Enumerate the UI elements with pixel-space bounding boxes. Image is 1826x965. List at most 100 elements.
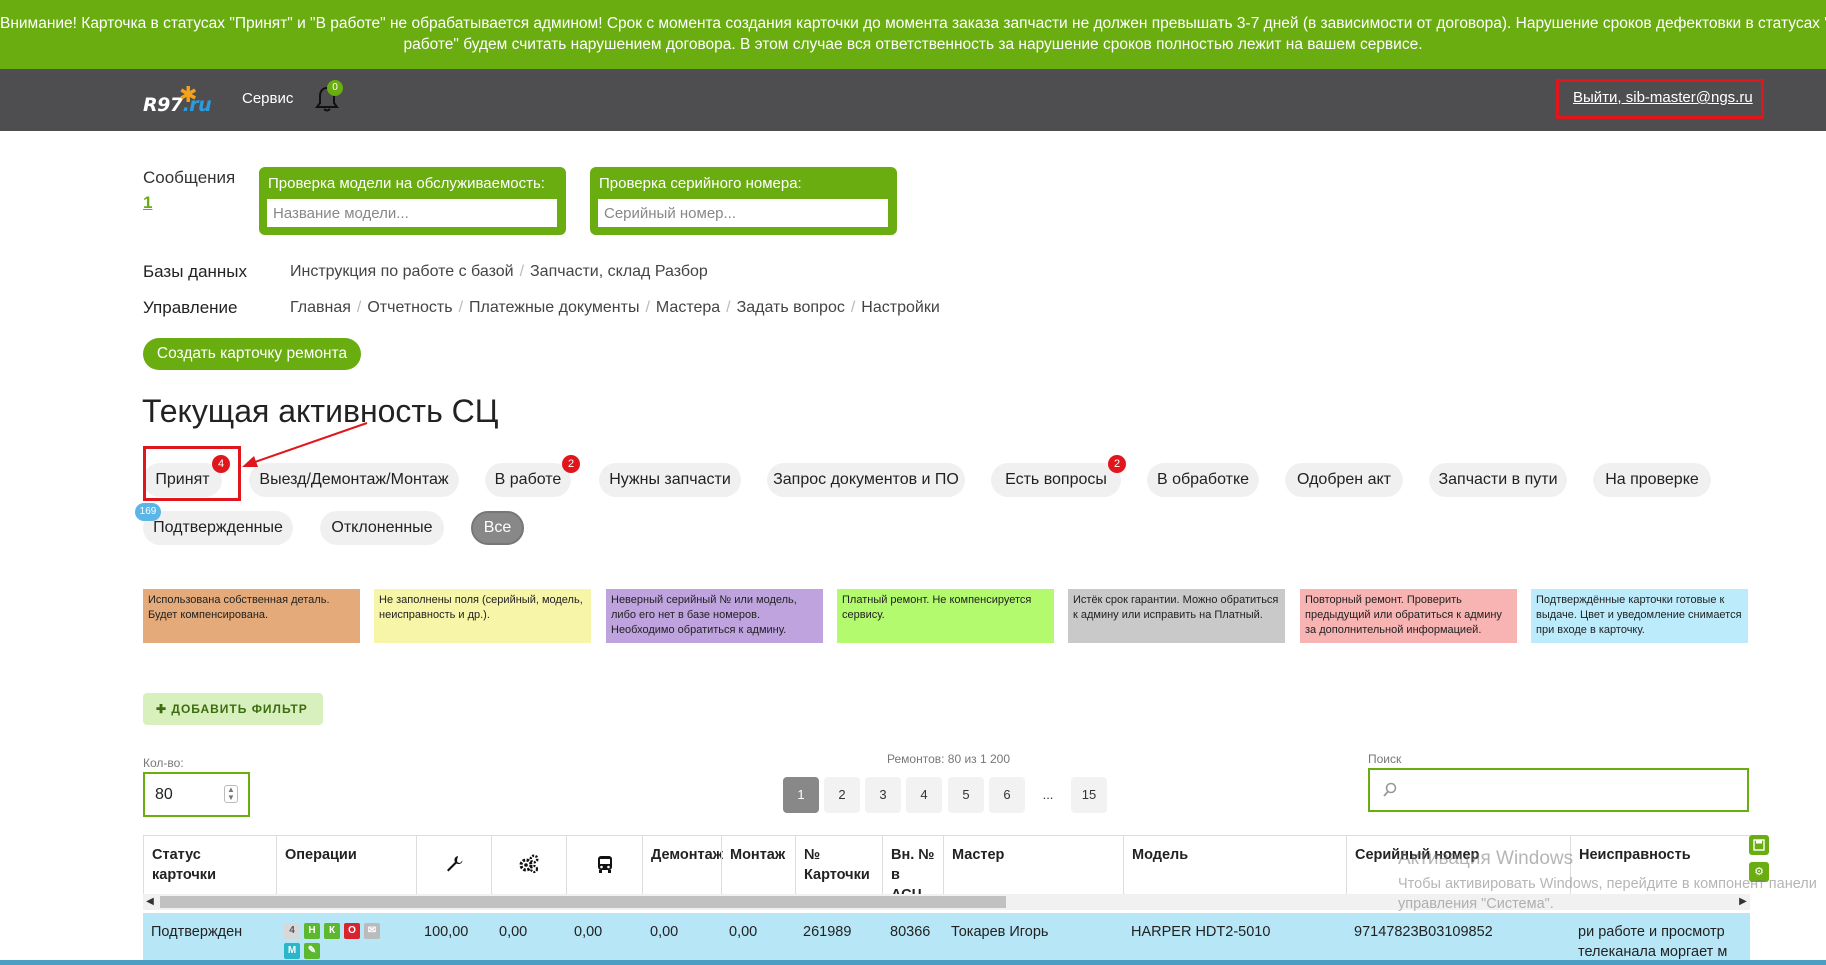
- quantity-stepper[interactable]: 80 ▲ ▼: [143, 772, 250, 817]
- windows-activation-line-1: Чтобы активировать Windows, перейдите в …: [1398, 876, 1817, 892]
- table-row[interactable]: Подтвержден 4 Н К О ✉ М ✎ 100,00 0,00 0,…: [143, 913, 1750, 965]
- search-input[interactable]: [1368, 768, 1749, 812]
- site-logo[interactable]: R97.ru ✱: [143, 82, 212, 118]
- col-asc-number[interactable]: Вн. № в АСЦ: [882, 836, 943, 903]
- databases-label: Базы данных: [143, 262, 248, 281]
- cell-serial: 97147823B03109852: [1354, 924, 1493, 940]
- management-label: Управление: [143, 298, 238, 317]
- op-count-badge[interactable]: 4: [284, 923, 300, 939]
- cell-master: Токарев Игорь: [951, 924, 1049, 940]
- annotation-highlight-box: [143, 446, 241, 501]
- management-links: Главная / Отчетность / Платежные документы / М…: [290, 299, 940, 316]
- pencil-icon[interactable]: ✎: [304, 943, 320, 959]
- legend-own-part: Использована собственная деталь. Будет к…: [143, 589, 360, 643]
- cell-fault-line-1: ри работе и просмотр: [1578, 924, 1725, 940]
- page-5[interactable]: 5: [948, 777, 984, 813]
- model-name-input[interactable]: [267, 199, 557, 227]
- tab-act-approved[interactable]: Одобрен акт: [1285, 463, 1403, 497]
- nav-service-link[interactable]: Сервис: [242, 90, 293, 107]
- cell-asc-number: 80366: [890, 924, 931, 940]
- col-dismantle[interactable]: Демонтаж: [642, 836, 723, 895]
- tab-in-work[interactable]: В работе: [485, 463, 571, 497]
- link-settings[interactable]: Настройки: [861, 299, 939, 316]
- tab-questions[interactable]: Есть вопросы: [991, 463, 1121, 497]
- legend-invalid-serial: Неверный серийный № или модель, либо его…: [606, 589, 823, 643]
- op-n-button[interactable]: Н: [304, 923, 320, 939]
- col-operations[interactable]: Операции: [276, 836, 416, 895]
- legend-confirmed-cards: Подтверждённые карточки готовые к выдаче…: [1531, 589, 1748, 643]
- cell-dismantle: 0,00: [650, 924, 679, 940]
- gears-icon: [519, 854, 539, 874]
- col-wrench[interactable]: [416, 836, 491, 895]
- tab-confirmed-badge: 169: [135, 503, 161, 521]
- col-card-number[interactable]: № Карточки: [795, 836, 882, 895]
- col-status[interactable]: Статус карточки: [143, 836, 276, 895]
- page-4[interactable]: 4: [906, 777, 942, 813]
- col-bus[interactable]: [566, 836, 642, 895]
- serial-check-title: Проверка серийного номера:: [599, 175, 802, 192]
- tab-doc-request[interactable]: Запрос документов и ПО: [767, 463, 965, 497]
- page-6[interactable]: 6: [989, 777, 1025, 813]
- scroll-left-icon[interactable]: ◀: [143, 894, 157, 910]
- tab-parts-in-transit[interactable]: Запчасти в пути: [1429, 463, 1567, 497]
- link-masters[interactable]: Мастера: [656, 299, 720, 316]
- windows-activation-title: Активация Windows: [1398, 848, 1574, 869]
- wrench-icon: [447, 856, 463, 872]
- link-main[interactable]: Главная: [290, 299, 351, 316]
- col-mount[interactable]: Монтаж: [721, 836, 795, 895]
- tab-on-check[interactable]: На проверке: [1593, 463, 1711, 497]
- page-2[interactable]: 2: [824, 777, 860, 813]
- page-15[interactable]: 15: [1071, 777, 1107, 813]
- cell-operations: 4 Н К О ✉ М ✎: [276, 913, 416, 965]
- messages-count-link[interactable]: 1: [143, 193, 152, 213]
- spinner-arrows-icon[interactable]: ▲ ▼: [224, 785, 238, 803]
- windows-activation-text: Чтобы активировать Windows, перейдите в …: [1398, 874, 1817, 914]
- serial-number-input[interactable]: [598, 199, 888, 227]
- model-check-title: Проверка модели на обслуживаемость:: [268, 175, 545, 192]
- link-db-instruction[interactable]: Инструкция по работе с базой: [290, 263, 514, 280]
- op-k-button[interactable]: К: [324, 923, 340, 939]
- create-repair-card-button[interactable]: Создать карточку ремонта: [143, 338, 361, 370]
- quantity-value: 80: [155, 786, 173, 803]
- tab-questions-badge: 2: [1108, 455, 1126, 473]
- warning-line-1: Внимание! Карточка в статусах "Принят" и…: [0, 15, 1826, 32]
- tab-parts-needed[interactable]: Нужны запчасти: [599, 463, 741, 497]
- bus-icon: [597, 856, 612, 873]
- model-check-panel: Проверка модели на обслуживаемость:: [259, 167, 566, 235]
- col-gears[interactable]: [491, 836, 566, 895]
- windows-activation-line-2: управления "Система".: [1398, 896, 1554, 912]
- cell-card-number: 261989: [803, 924, 852, 940]
- link-ask-question[interactable]: Задать вопрос: [737, 299, 845, 316]
- logout-link[interactable]: Выйти, sib-master@ngs.ru: [1573, 89, 1753, 106]
- scrollbar-thumb[interactable]: [160, 896, 1006, 908]
- tab-processing[interactable]: В обработке: [1147, 463, 1259, 497]
- repairs-count: Ремонтов: 80 из 1 200: [887, 752, 1011, 766]
- tab-all[interactable]: Все: [471, 511, 524, 545]
- tab-rejected[interactable]: Отклоненные: [320, 511, 444, 545]
- link-payment-docs[interactable]: Платежные документы: [469, 299, 639, 316]
- logo-text: R97: [143, 94, 183, 116]
- serial-check-panel: Проверка серийного номера:: [590, 167, 897, 235]
- cell-status: Подтвержден: [151, 924, 243, 940]
- taskbar-strip: [0, 960, 1826, 965]
- cell-mount: 0,00: [729, 924, 758, 940]
- tab-in-work-badge: 2: [562, 455, 580, 473]
- link-db-parts[interactable]: Запчасти, склад Разбор: [530, 263, 708, 280]
- page-3[interactable]: 3: [865, 777, 901, 813]
- col-master[interactable]: Мастер: [943, 836, 1123, 895]
- page-ellipsis: ...: [1042, 787, 1054, 802]
- search-icon: [1383, 782, 1397, 797]
- save-icon[interactable]: [1749, 835, 1769, 855]
- page-1[interactable]: 1: [783, 777, 819, 813]
- quantity-label: Кол-во:: [143, 756, 184, 770]
- plus-icon: ✚: [156, 702, 172, 716]
- databases-links: Инструкция по работе с базой / Запчасти, с…: [290, 263, 708, 280]
- op-m-button[interactable]: М: [284, 943, 300, 959]
- tab-confirmed[interactable]: Подтвержденные: [143, 511, 293, 545]
- envelope-icon[interactable]: ✉: [364, 923, 380, 939]
- op-o-button[interactable]: О: [344, 923, 360, 939]
- link-reports[interactable]: Отчетность: [367, 299, 452, 316]
- add-filter-button[interactable]: ✚ ДОБАВИТЬ ФИЛЬТР: [143, 693, 323, 725]
- wrench-logo-icon: ✱: [179, 82, 198, 107]
- col-model[interactable]: Модель: [1123, 836, 1346, 895]
